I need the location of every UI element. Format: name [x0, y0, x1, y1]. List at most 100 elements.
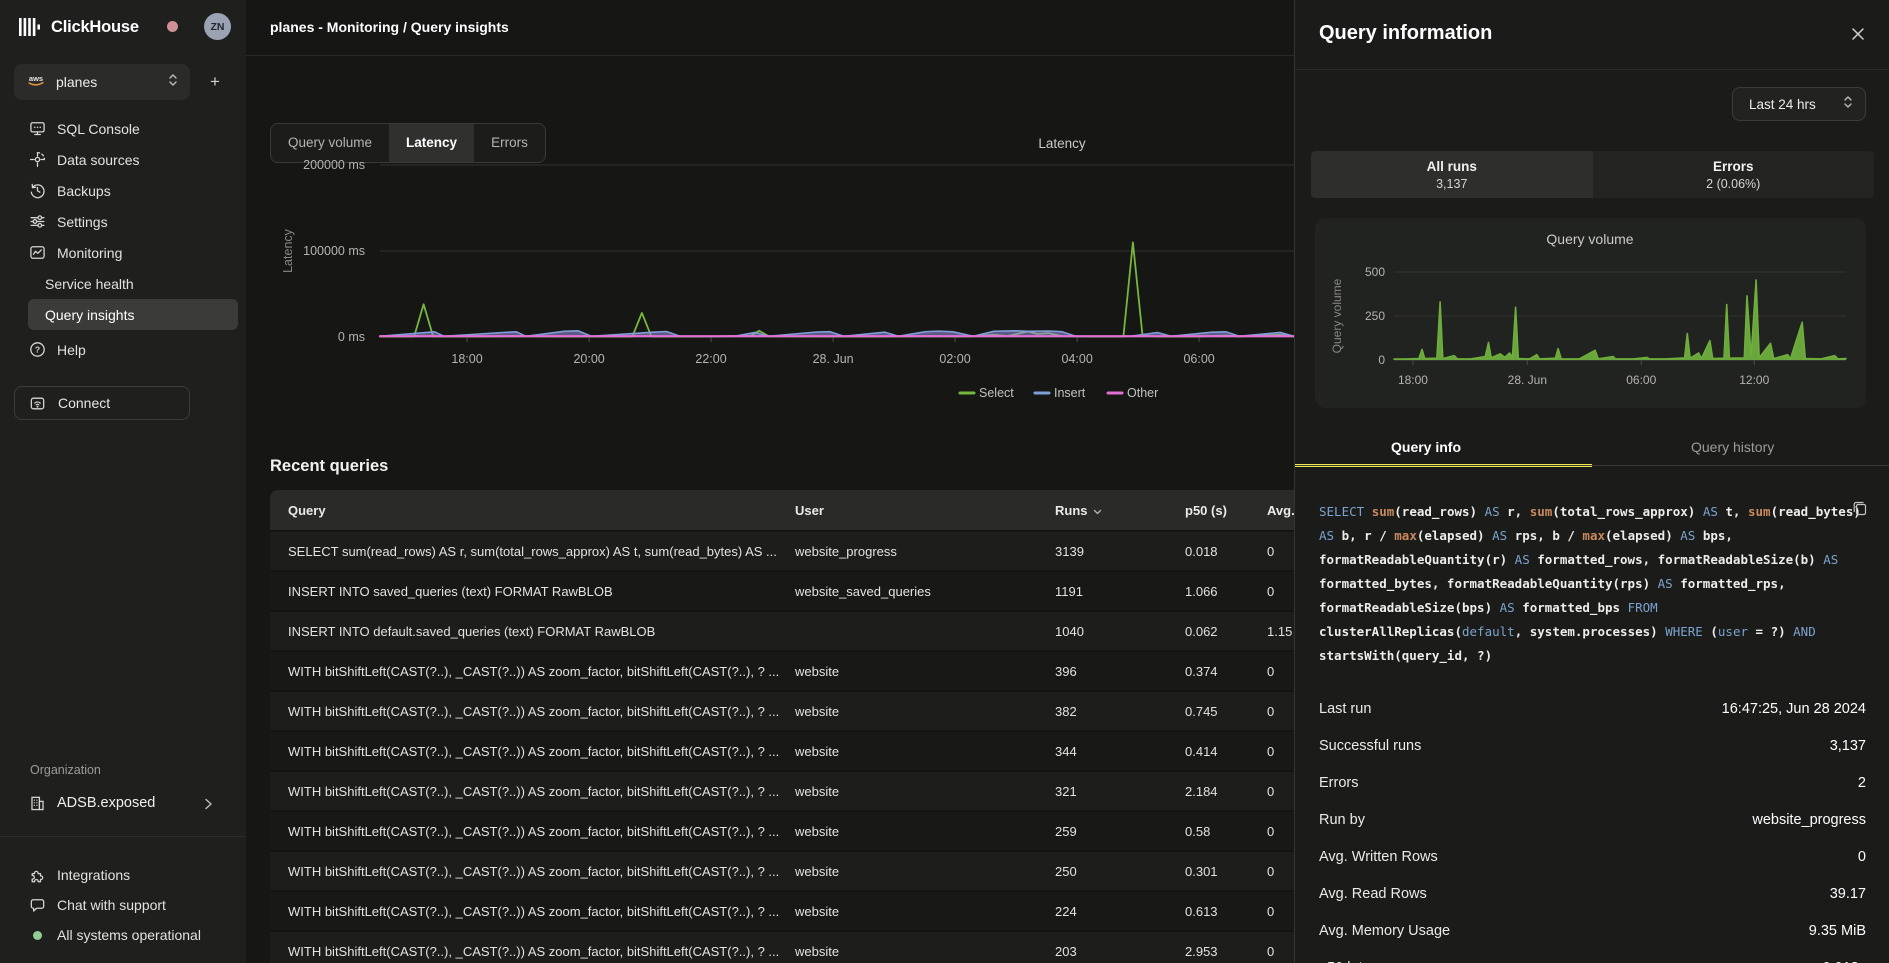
status-dot-icon[interactable] — [167, 21, 178, 32]
organization-selector[interactable]: ADSB.exposed — [0, 790, 246, 818]
cell-user: website_progress — [795, 544, 1055, 559]
errors-toggle[interactable]: Errors 2 (0.06%) — [1593, 151, 1875, 198]
sidebar-item-help[interactable]: ?Help — [0, 334, 246, 365]
svg-text:100000 ms: 100000 ms — [303, 244, 365, 258]
recent-queries-title: Recent queries — [270, 457, 388, 476]
cell-p50: 2.953 — [1185, 944, 1267, 959]
svg-text:500: 500 — [1365, 265, 1385, 279]
query-volume-chart[interactable]: 025050018:0028. Jun06:0012:00Query volum… — [1315, 218, 1866, 408]
puzzle-icon — [29, 867, 46, 884]
stat-row-errors: Errors2 — [1319, 764, 1866, 801]
cell-runs: 396 — [1055, 664, 1185, 679]
column-header-query[interactable]: Query — [270, 503, 795, 518]
svg-text:Select: Select — [979, 386, 1014, 400]
sidebar-item-all-systems-operational[interactable]: All systems operational — [0, 920, 246, 950]
green-dot-icon — [29, 927, 46, 944]
clickhouse-logo[interactable]: ClickHouse — [18, 12, 139, 42]
errors-label: Errors — [1713, 159, 1754, 174]
sort-chevron-icon — [1093, 503, 1102, 518]
avatar[interactable]: ZN — [204, 13, 231, 40]
stat-row-avg-memory-usage: Avg. Memory Usage9.35 MiB — [1319, 912, 1866, 949]
cell-user: website_saved_queries — [795, 584, 1055, 599]
chat-icon — [29, 897, 46, 914]
cell-runs: 382 — [1055, 704, 1185, 719]
sidebar-nav: SQL Console Data sources BackupsSettings Mo… — [0, 113, 246, 365]
cell-runs: 250 — [1055, 864, 1185, 879]
column-header-runs[interactable]: Runs — [1055, 503, 1185, 518]
close-icon[interactable] — [1848, 24, 1868, 44]
sidebar-item-chat-with-support[interactable]: Chat with support — [0, 890, 246, 920]
all-runs-label: All runs — [1427, 159, 1477, 174]
cell-p50: 0.374 — [1185, 664, 1267, 679]
cell-runs: 344 — [1055, 744, 1185, 759]
settings-icon — [29, 213, 46, 230]
sidebar-item-data-sources[interactable]: Data sources — [0, 144, 246, 175]
svg-text:200000 ms: 200000 ms — [303, 158, 365, 172]
add-service-button[interactable]: + — [210, 72, 220, 92]
footer-item-label: All systems operational — [57, 927, 201, 943]
connect-button[interactable]: Connect — [14, 386, 190, 420]
cell-query: WITH bitShiftLeft(CAST(?..), _CAST(?..))… — [270, 784, 795, 799]
cell-p50: 0.58 — [1185, 824, 1267, 839]
svg-text:Insert: Insert — [1054, 386, 1086, 400]
stat-row-p50-latency: p50 latency0.018s — [1319, 949, 1866, 963]
cell-query: INSERT INTO default.saved_queries (text)… — [270, 624, 795, 639]
sidebar-item-backups[interactable]: Backups — [0, 175, 246, 206]
clickhouse-console: ClickHouse ZN aws planes + SQL Console Da… — [0, 0, 1889, 963]
column-header-p50-s-[interactable]: p50 (s) — [1185, 503, 1267, 518]
svg-text:12:00: 12:00 — [1739, 373, 1769, 387]
aws-icon: aws — [26, 73, 46, 92]
sidebar-item-integrations[interactable]: Integrations — [0, 860, 246, 890]
cell-query: SELECT sum(read_rows) AS r, sum(total_ro… — [270, 544, 795, 559]
svg-text:18:00: 18:00 — [1398, 373, 1428, 387]
tab-query-info[interactable]: Query info — [1391, 432, 1461, 466]
connect-label: Connect — [58, 395, 110, 411]
stat-row-run-by: Run bywebsite_progress — [1319, 801, 1866, 838]
svg-text:20:00: 20:00 — [573, 352, 604, 366]
sidebar-item-label: Data sources — [57, 152, 139, 168]
cell-p50: 0.613 — [1185, 904, 1267, 919]
panel-tabs-border — [1295, 465, 1889, 466]
copy-icon[interactable] — [1852, 500, 1870, 518]
stat-row-avg-read-rows: Avg. Read Rows39.17 — [1319, 875, 1866, 912]
sidebar-item-service-health[interactable]: Service health — [0, 268, 246, 299]
cell-p50: 0.745 — [1185, 704, 1267, 719]
svg-text:18:00: 18:00 — [451, 352, 482, 366]
sidebar-item-sql-console[interactable]: SQL Console — [0, 113, 246, 144]
organization-name: ADSB.exposed — [57, 795, 155, 811]
cell-p50: 0.062 — [1185, 624, 1267, 639]
sidebar-item-query-insights[interactable]: Query insights — [28, 299, 238, 330]
cell-query: WITH bitShiftLeft(CAST(?..), _CAST(?..))… — [270, 944, 795, 959]
time-range-value: Last 24 hrs — [1749, 97, 1843, 112]
all-runs-toggle[interactable]: All runs 3,137 — [1311, 151, 1593, 198]
footer-item-label: Integrations — [57, 867, 130, 883]
help-icon: ? — [29, 341, 46, 358]
cell-query: WITH bitShiftLeft(CAST(?..), _CAST(?..))… — [270, 904, 795, 919]
chevron-right-icon — [204, 797, 213, 816]
sidebar-item-label: Monitoring — [57, 245, 122, 261]
svg-text:Query volume: Query volume — [1546, 231, 1633, 247]
cell-p50: 1.066 — [1185, 584, 1267, 599]
monitoring-icon — [29, 244, 46, 261]
cell-runs: 203 — [1055, 944, 1185, 959]
cell-user: website — [795, 744, 1055, 759]
cell-query: WITH bitShiftLeft(CAST(?..), _CAST(?..))… — [270, 664, 795, 679]
panel-title: Query information — [1319, 22, 1492, 45]
cell-query: WITH bitShiftLeft(CAST(?..), _CAST(?..))… — [270, 824, 795, 839]
sidebar-item-settings[interactable]: Settings — [0, 206, 246, 237]
svg-text:Latency: Latency — [281, 228, 295, 273]
stat-row-last-run: Last run16:47:25, Jun 28 2024 — [1319, 690, 1866, 727]
service-selector[interactable]: aws planes — [14, 64, 190, 100]
sidebar-item-monitoring[interactable]: Monitoring — [0, 237, 246, 268]
time-range-select[interactable]: Last 24 hrs — [1732, 87, 1866, 121]
footer-item-label: Chat with support — [57, 897, 166, 913]
clickhouse-logo-icon — [18, 17, 42, 37]
svg-text:Latency: Latency — [1038, 136, 1086, 151]
tab-query-history[interactable]: Query history — [1691, 432, 1774, 466]
breadcrumb: planes - Monitoring / Query insights — [270, 19, 509, 35]
sql-query-text: SELECT sum(read_rows) AS r, sum(total_ro… — [1319, 500, 1864, 668]
cell-query: INSERT INTO saved_queries (text) FORMAT … — [270, 584, 795, 599]
panel-header: Query information — [1295, 0, 1889, 70]
building-icon — [29, 795, 46, 812]
column-header-user[interactable]: User — [795, 503, 1055, 518]
